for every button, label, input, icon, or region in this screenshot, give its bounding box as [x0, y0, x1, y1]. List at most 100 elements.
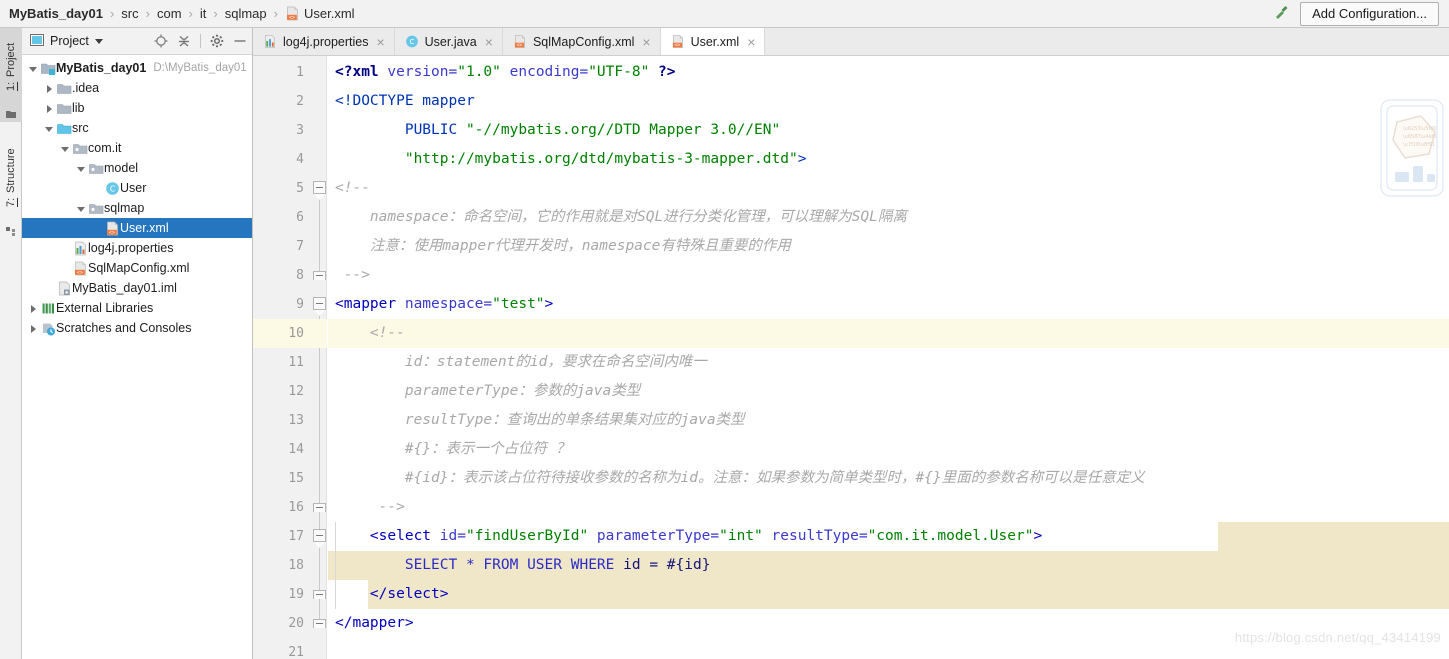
code-line[interactable]: "http://mybatis.org/dtd/mybatis-3-mapper…	[328, 145, 807, 174]
code-line[interactable]: </mapper>	[328, 609, 414, 638]
close-icon[interactable]: ×	[642, 35, 650, 49]
code-content[interactable]: <?xml version="1.0" encoding="UTF-8" ?> <…	[328, 56, 1449, 659]
chevron-down-icon[interactable]	[44, 123, 55, 134]
code-line[interactable]: 注意：使用mapper代理开发时，namespace有特殊且重要的作用	[328, 232, 791, 261]
fold-marker-start[interactable]	[313, 297, 326, 310]
line-number: 21	[288, 645, 304, 659]
xml-file-icon: <>	[105, 221, 120, 236]
tree-node-user-xml[interactable]: <> User.xml	[22, 218, 252, 238]
tree-node-mybatis-day01-iml[interactable]: MyBatis_day01.iml	[22, 278, 252, 298]
fold-marker-end[interactable]	[313, 619, 326, 628]
code-line[interactable]: PUBLIC "-//mybatis.org//DTD Mapper 3.0//…	[328, 116, 780, 145]
close-icon[interactable]: ×	[747, 35, 755, 49]
breadcrumb-separator: ›	[273, 6, 278, 21]
code-line[interactable]: SELECT * FROM USER WHERE id = #{id}	[328, 551, 711, 580]
code-line[interactable]: <?xml version="1.0" encoding="UTF-8" ?>	[328, 58, 676, 87]
tree-node-log4j-properties[interactable]: log4j.properties	[22, 238, 252, 258]
code-line[interactable]: #{id}：表示该占位符待接收参数的名称为id。注意：如果参数为简单类型时，#{…	[328, 464, 1145, 493]
code-line[interactable]: resultType：查询出的单条结果集对应的java类型	[328, 406, 745, 435]
tree-node-external-libraries[interactable]: External Libraries	[22, 298, 252, 318]
tree-node-user[interactable]: C User	[22, 178, 252, 198]
chevron-down-icon[interactable]	[76, 163, 87, 174]
code-line[interactable]	[328, 638, 335, 659]
fold-marker-column[interactable]	[313, 56, 327, 659]
tree-node-label: MyBatis_day01	[56, 61, 147, 75]
code-line[interactable]: <!DOCTYPE mapper	[328, 87, 475, 116]
breadcrumb-item-mybatis-day01[interactable]: MyBatis_day01	[7, 0, 105, 27]
fold-marker-start[interactable]	[313, 181, 326, 194]
fold-marker-start[interactable]	[313, 529, 326, 542]
add-configuration-button[interactable]: Add Configuration...	[1300, 1, 1439, 26]
code-line[interactable]: namespace：命名空间，它的作用就是对SQL进行分类化管理，可以理解为SQ…	[328, 203, 907, 232]
close-icon[interactable]: ×	[376, 35, 384, 49]
code-token: id：statement的id，要求在命名空间内唯一	[335, 354, 707, 370]
tree-node-mybatis-day01[interactable]: MyBatis_day01 D:\MyBatis_day01	[22, 58, 252, 78]
tree-node-lib[interactable]: lib	[22, 98, 252, 118]
editor-tab-label: SqlMapConfig.xml	[532, 34, 635, 49]
code-line[interactable]: -->	[328, 261, 370, 290]
collapse-all-icon[interactable]	[177, 34, 191, 48]
fold-marker-end[interactable]	[313, 590, 326, 599]
tree-node-sqlmapconfig-xml[interactable]: <> SqlMapConfig.xml	[22, 258, 252, 278]
tree-node-label: sqlmap	[104, 201, 145, 215]
breadcrumb-item-label: User.xml	[304, 6, 355, 21]
breadcrumb-item-com[interactable]: com	[155, 0, 184, 27]
chevron-right-icon[interactable]	[28, 303, 39, 314]
editor-tab-sqlmapconfig-xml[interactable]: <> SqlMapConfig.xml ×	[502, 28, 661, 55]
chevron-down-icon[interactable]	[60, 143, 71, 154]
structure-tab-number: 7:	[5, 198, 17, 208]
tree-node-src[interactable]: src	[22, 118, 252, 138]
chevron-right-icon[interactable]	[28, 323, 39, 334]
breadcrumb-item-sqlmap[interactable]: sqlmap	[223, 0, 269, 27]
line-number: 2	[296, 94, 304, 109]
chevron-down-icon[interactable]	[94, 38, 103, 44]
sidebar-item-structure[interactable]: 7: Structure	[0, 132, 22, 224]
code-line[interactable]: id：statement的id，要求在命名空间内唯一	[328, 348, 707, 377]
folder-gray-icon	[57, 101, 72, 116]
fold-marker-end[interactable]	[313, 503, 326, 512]
code-editor[interactable]: 1 2 3 4 5 6 7 8 9 10 11 12 13 14 15 16 17 18 19 20 21 <?xml …	[253, 56, 1449, 659]
sidebar-item-project[interactable]: 1: Project	[0, 28, 22, 106]
minimize-icon[interactable]	[233, 34, 247, 48]
package-icon	[89, 201, 104, 216]
code-line[interactable]: <mapper namespace="test">	[328, 290, 553, 319]
close-icon[interactable]: ×	[485, 35, 493, 49]
editor-tab-user-java[interactable]: C User.java ×	[394, 28, 503, 55]
tree-node-model[interactable]: model	[22, 158, 252, 178]
chevron-down-icon[interactable]	[76, 203, 87, 214]
breadcrumb-item-it[interactable]: it	[198, 0, 209, 27]
svg-text:C: C	[409, 38, 414, 46]
project-tree[interactable]: MyBatis_day01 D:\MyBatis_day01 .idea lib src…	[22, 55, 252, 338]
code-token: parameterType=	[596, 528, 720, 544]
tree-node-label: MyBatis_day01.iml	[72, 281, 177, 295]
tree-node-com-it[interactable]: com.it	[22, 138, 252, 158]
breadcrumb-separator: ›	[188, 6, 193, 21]
editor-tab-log4j-properties[interactable]: log4j.properties ×	[253, 28, 395, 55]
libraries-icon	[41, 301, 56, 316]
code-line[interactable]: <!--	[328, 319, 405, 348]
chevron-down-icon[interactable]	[28, 63, 39, 74]
breadcrumb-item-user-xml[interactable]: <> User.xml	[283, 0, 357, 27]
editor-tab-user-xml[interactable]: <> User.xml ×	[660, 28, 766, 55]
tree-node--idea[interactable]: .idea	[22, 78, 252, 98]
chevron-right-icon[interactable]	[44, 103, 55, 114]
svg-text:<>: <>	[674, 43, 680, 49]
gear-icon[interactable]	[210, 34, 224, 48]
code-line[interactable]: parameterType：参数的java类型	[328, 377, 640, 406]
code-line[interactable]: -->	[328, 493, 405, 522]
code-line[interactable]: <!--	[328, 174, 370, 203]
chevron-right-icon[interactable]	[44, 83, 55, 94]
code-line[interactable]: <select id="findUserById" parameterType=…	[328, 522, 1042, 551]
locate-target-icon[interactable]	[154, 34, 168, 48]
breadcrumb-item-src[interactable]: src	[119, 0, 140, 27]
hammer-icon[interactable]	[1272, 3, 1290, 24]
tree-node-sqlmap[interactable]: sqlmap	[22, 198, 252, 218]
tree-node-scratches-and-consoles[interactable]: Scratches and Consoles	[22, 318, 252, 338]
code-line[interactable]: </select>	[328, 580, 449, 609]
fold-marker-end[interactable]	[313, 271, 326, 280]
code-token: >	[544, 296, 554, 312]
editor-gutter[interactable]: 1 2 3 4 5 6 7 8 9 10 11 12 13 14 15 16 17 18 19 20 21	[253, 56, 327, 659]
code-line[interactable]: #{}：表示一个占位符 ？	[328, 435, 570, 464]
